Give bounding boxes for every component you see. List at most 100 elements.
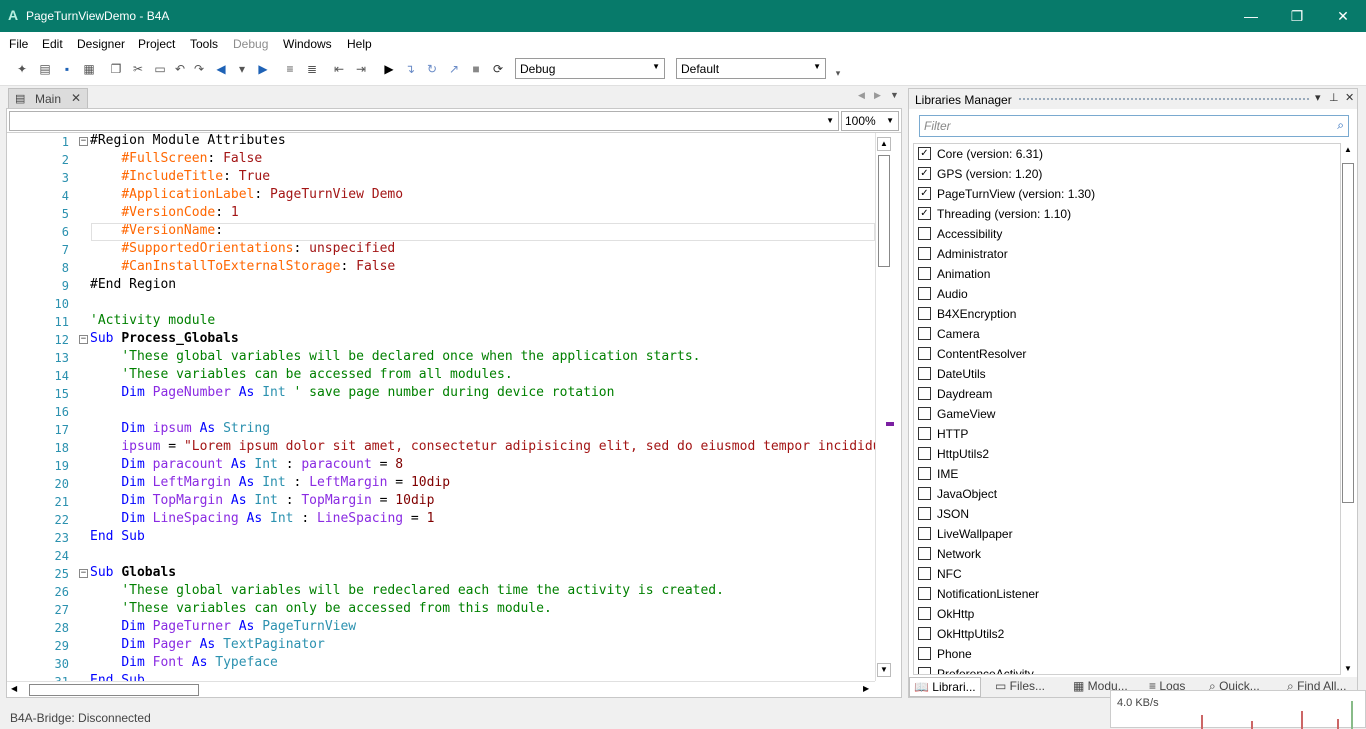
tab-list-icon[interactable]: ▼ [890, 90, 899, 100]
library-checkbox[interactable]: ✓ [918, 167, 931, 180]
close-tab-icon[interactable]: ✕ [71, 91, 81, 105]
panel-menu-icon[interactable]: ▾ [1315, 91, 1321, 104]
library-checkbox[interactable] [918, 287, 931, 300]
library-checkbox[interactable] [918, 247, 931, 260]
restart-icon[interactable]: ⟳ [490, 61, 506, 77]
pin-icon[interactable]: ⊥ [1329, 91, 1339, 104]
library-checkbox[interactable] [918, 307, 931, 320]
library-checkbox[interactable]: ✓ [918, 147, 931, 160]
search-icon[interactable]: ⌕ [1337, 118, 1344, 133]
close-panel-icon[interactable]: ✕ [1345, 91, 1354, 104]
undo-icon[interactable]: ↶ [172, 61, 188, 77]
code-line[interactable]: 12− Sub Process_Globals [7, 331, 875, 349]
step-in-icon[interactable]: ↴ [402, 61, 418, 77]
code-line[interactable]: 22 Dim LineSpacing As Int : LineSpacing … [7, 511, 875, 529]
new-file-icon[interactable]: ✦ [14, 61, 30, 77]
code-line[interactable]: 19 Dim paracount As Int : paracount = 8 [7, 457, 875, 475]
code-line[interactable]: 15 Dim PageNumber As Int ' save page num… [7, 385, 875, 403]
uncomment-icon[interactable]: ≣ [304, 61, 320, 77]
code-line[interactable]: 20 Dim LeftMargin As Int : LeftMargin = … [7, 475, 875, 493]
library-checkbox[interactable] [918, 427, 931, 440]
library-checkbox[interactable] [918, 407, 931, 420]
code-line[interactable]: 14 'These variables can be accessed from… [7, 367, 875, 385]
code-line[interactable]: 1− #Region Module Attributes [7, 133, 875, 151]
library-checkbox[interactable] [918, 527, 931, 540]
library-scrollbar[interactable]: ▲ ▼ [1341, 143, 1355, 675]
menu-help[interactable]: Help [347, 37, 372, 51]
toolbar-overflow-icon[interactable]: ▾ [830, 65, 846, 81]
navigate-forward-icon[interactable]: ▶ [255, 61, 271, 77]
build-config-select[interactable]: Default ▼ [676, 58, 826, 79]
library-checkbox[interactable] [918, 467, 931, 480]
menu-designer[interactable]: Designer [77, 37, 125, 51]
menu-tools[interactable]: Tools [190, 37, 218, 51]
code-line[interactable]: 11 'Activity module [7, 313, 875, 331]
tab-main[interactable]: ▤ Main ✕ [8, 88, 88, 108]
outdent-icon[interactable]: ⇤ [331, 61, 347, 77]
library-checkbox[interactable] [918, 547, 931, 560]
code-line[interactable]: 23 End Sub [7, 529, 875, 547]
code-line[interactable]: 27 'These variables can only be accessed… [7, 601, 875, 619]
scroll-right-icon[interactable]: ▶ [863, 684, 869, 693]
indent-icon[interactable]: ⇥ [353, 61, 369, 77]
minimize-icon[interactable]: — [1228, 0, 1274, 32]
code-line[interactable]: 30 Dim Font As Typeface [7, 655, 875, 673]
filter-input[interactable]: Filter ⌕ [919, 115, 1349, 137]
restore-icon[interactable]: ❐ [1274, 0, 1320, 32]
library-checkbox[interactable] [918, 487, 931, 500]
menu-file[interactable]: File [9, 37, 28, 51]
code-area[interactable]: 1− #Region Module Attributes 2 #FullScreen… [7, 133, 875, 681]
library-checkbox[interactable] [918, 267, 931, 280]
code-line[interactable]: 18 ipsum = "Lorem ipsum dolor sit amet, … [7, 439, 875, 457]
menu-windows[interactable]: Windows [283, 37, 332, 51]
hscroll-thumb[interactable] [29, 684, 199, 696]
code-line[interactable]: 16 [7, 403, 875, 421]
scroll-down-icon[interactable]: ▼ [1344, 664, 1352, 673]
cut-icon[interactable]: ✂ [130, 61, 146, 77]
library-checkbox[interactable] [918, 387, 931, 400]
stop-icon[interactable]: ■ [468, 61, 484, 77]
library-checkbox[interactable] [918, 667, 931, 674]
code-line[interactable]: 13 'These global variables will be decla… [7, 349, 875, 367]
copy-icon[interactable]: ❐ [108, 61, 124, 77]
code-line[interactable]: 6 #VersionName: [7, 223, 875, 241]
library-checkbox[interactable] [918, 507, 931, 520]
code-line[interactable]: 31End Sub [7, 673, 875, 681]
close-icon[interactable]: ✕ [1320, 0, 1366, 32]
open-folder-icon[interactable]: ▤ [37, 61, 53, 77]
menu-project[interactable]: Project [138, 37, 175, 51]
library-checkbox[interactable] [918, 627, 931, 640]
code-line[interactable]: 9 #End Region [7, 277, 875, 295]
scroll-tabs-right-icon[interactable]: ▶ [874, 90, 881, 101]
code-line[interactable]: 26 'These global variables will be redec… [7, 583, 875, 601]
save-all-icon[interactable]: ▦ [81, 61, 97, 77]
code-line[interactable]: 8 #CanInstallToExternalStorage: False [7, 259, 875, 277]
library-checkbox[interactable]: ✓ [918, 207, 931, 220]
library-checkbox[interactable] [918, 227, 931, 240]
code-line[interactable]: 3 #IncludeTitle: True [7, 169, 875, 187]
library-checkbox[interactable] [918, 347, 931, 360]
step-over-icon[interactable]: ↻ [424, 61, 440, 77]
code-line[interactable]: 10 [7, 295, 875, 313]
build-mode-select[interactable]: Debug ▼ [515, 58, 665, 79]
drag-grip[interactable] [1019, 98, 1309, 101]
code-line[interactable]: 7 #SupportedOrientations: unspecified [7, 241, 875, 259]
paste-icon[interactable]: ▭ [152, 61, 168, 77]
code-line[interactable]: 25− Sub Globals [7, 565, 875, 583]
code-line[interactable]: 28 Dim PageTurner As PageTurnView [7, 619, 875, 637]
back-dropdown-icon[interactable]: ▾ [234, 61, 250, 77]
code-line[interactable]: 4 #ApplicationLabel: PageTurnView Demo [7, 187, 875, 205]
library-checkbox[interactable] [918, 587, 931, 600]
library-checkbox[interactable] [918, 327, 931, 340]
scroll-down-icon[interactable]: ▼ [877, 663, 891, 677]
vertical-scrollbar[interactable]: ▲ ▼ [875, 133, 891, 681]
menu-edit[interactable]: Edit [42, 37, 63, 51]
save-icon[interactable]: ▪ [59, 61, 75, 77]
library-checkbox[interactable] [918, 447, 931, 460]
library-checkbox[interactable] [918, 367, 931, 380]
tab-files[interactable]: ▭ Files... [995, 679, 1045, 693]
scroll-tabs-left-icon[interactable]: ◀ [858, 90, 865, 101]
library-checkbox[interactable]: ✓ [918, 187, 931, 200]
library-checkbox[interactable] [918, 567, 931, 580]
library-scroll-thumb[interactable] [1342, 163, 1354, 503]
